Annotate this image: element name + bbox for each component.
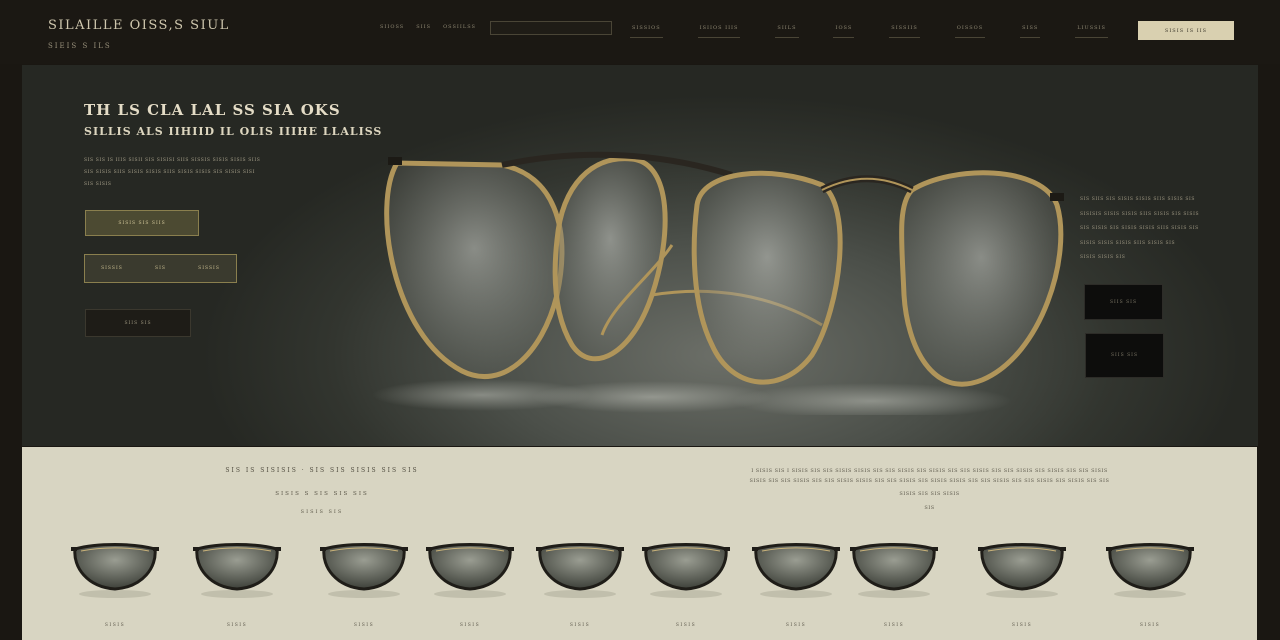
nav-item-5[interactable]: SISSIIS	[889, 22, 920, 38]
product-card[interactable]: SISIS	[520, 539, 640, 628]
product-card[interactable]: SISIS	[177, 539, 297, 628]
collection-heading-line-3: SISIS SIS	[300, 509, 344, 515]
nav-item-7[interactable]: SISS	[1020, 22, 1041, 38]
nav-link-3[interactable]: OSSIILSS	[443, 24, 476, 30]
brand[interactable]: SILAILLE OISS,S SIUL SIEIS S ILS	[48, 18, 230, 50]
product-card[interactable]: SISIS	[962, 539, 1082, 628]
product-label: SISIS	[1139, 623, 1161, 628]
sunglasses-icon	[320, 543, 408, 598]
collection-heading-line-1: SIS IS SISISIS · SIS SIS SISIS SIS SIS	[225, 467, 419, 474]
hero-description-line: SIS SIS IS IIIS SISII SIS SISISI SIIS SI…	[84, 158, 261, 163]
hero-description: SIS SIS IS IIIS SISII SIS SISISI SIIS SI…	[84, 155, 314, 191]
product-label: SISIS	[675, 623, 697, 628]
brand-title: SILAILLE OISS,S SIUL	[48, 18, 230, 33]
hero-banner: TH LS CLA LAL SS SIA OKS SILLIS ALS IIHI…	[22, 65, 1258, 446]
hero-description-line: SIS SISIS	[84, 182, 112, 187]
hero-side-button-1[interactable]: SIIS SIS	[1084, 284, 1163, 320]
secondary-nav: SISSIOS ISIIOS IIIS SIILS IOSS SISSIIS O…	[630, 22, 1108, 38]
product-label: SISIS	[1011, 623, 1033, 628]
product-card[interactable]: SISIS	[55, 539, 175, 628]
product-label: SISIS	[226, 623, 248, 628]
nav-item-3[interactable]: SIILS	[775, 22, 799, 38]
sunglasses-icon	[193, 543, 281, 598]
hero-option-1[interactable]: SISSIS	[101, 266, 123, 271]
sunglasses-icon	[536, 543, 624, 598]
hero-dark-button[interactable]: SIIS SIS	[85, 309, 191, 337]
collection-description-line: SISIS SIS SIS SISIS SIS SIS SISIS SISIS …	[749, 477, 1110, 484]
sunglasses-icon	[978, 543, 1066, 598]
product-label: SISIS	[883, 623, 905, 628]
hero-option-2[interactable]: SIS	[155, 266, 166, 271]
collection-description: I SISIS SIS I SISIS SIS SIS SISIS SISIS …	[702, 467, 1157, 513]
hero-side-line: SISISIS SISIS SISIS SIIS SISIS SIS SISIS	[1080, 211, 1200, 217]
product-label: SISIS	[353, 623, 375, 628]
top-bar: SILAILLE OISS,S SIUL SIEIS S ILS SIIOSS …	[0, 0, 1280, 64]
sunglasses-icon	[752, 543, 840, 598]
hero-side-line: SISIS SISIS SIS	[1080, 255, 1126, 260]
nav-link-2[interactable]: SIIS	[416, 24, 431, 30]
search-input[interactable]	[490, 21, 612, 35]
collection-section: SIS IS SISISIS · SIS SIS SISIS SIS SIS S…	[22, 447, 1257, 640]
hero-side-text: SIS SIIS SIS SISIS SISIS SIIS SISIS SIS …	[1080, 193, 1230, 266]
nav-item-6[interactable]: OISSOS	[954, 22, 986, 38]
header-cta-button[interactable]: SISIS IS IIS	[1138, 21, 1234, 40]
hero-side-line: SIS SIIS SIS SISIS SISIS SIIS SISIS SIS	[1080, 197, 1196, 202]
hero-side-line: SIS SISIS SIS SISIS SISIS SIIS SISIS SIS	[1080, 226, 1199, 231]
collection-more-link[interactable]: SIS	[702, 504, 1157, 514]
product-card[interactable]: SISIS	[834, 539, 954, 628]
hero-title: TH LS CLA LAL SS SIA OKS	[84, 101, 341, 119]
product-card[interactable]: SISIS	[304, 539, 424, 628]
sunglasses-icon	[71, 543, 159, 598]
hero-primary-button[interactable]: SISIS SIS SIIS	[85, 210, 199, 236]
collection-heading: SIS IS SISISIS · SIS SIS SISIS SIS SIS S…	[22, 467, 622, 515]
nav-item-2[interactable]: ISIIOS IIIS	[697, 22, 741, 38]
hero-option-selector: SISSIS SIS SISSIS	[84, 254, 237, 283]
hero-side-line: SISIS SISIS SISIS SIIS SISIS SIS	[1080, 240, 1176, 246]
collection-description-line: SISIS SIS SIS SISIS	[899, 491, 960, 497]
nav-item-1[interactable]: SISSIOS	[630, 22, 663, 38]
nav-item-8[interactable]: LIUSSIS	[1075, 22, 1108, 38]
sunglasses-icon	[1106, 543, 1194, 598]
product-card[interactable]: SISIS	[410, 539, 530, 628]
hero-option-3[interactable]: SISSIS	[198, 266, 220, 271]
product-card[interactable]: SISIS	[1090, 539, 1210, 628]
sunglasses-icon	[850, 543, 938, 598]
collection-heading-line-2: SISIS S SIS SIS SIS	[275, 491, 369, 497]
product-label: SISIS	[569, 623, 591, 628]
nav-link-1[interactable]: SIIOSS	[380, 24, 404, 30]
product-card[interactable]: SISIS	[626, 539, 746, 628]
collection-description-line: I SISIS SIS I SISIS SIS SIS SISIS SISIS …	[751, 468, 1108, 474]
sunglasses-icon	[426, 543, 514, 598]
brand-subtitle: SIEIS S ILS	[48, 42, 112, 50]
sunglasses-icon	[642, 543, 730, 598]
product-label: SISIS	[459, 623, 481, 628]
nav-item-4[interactable]: IOSS	[833, 22, 855, 38]
hero-side-button-2[interactable]: SIIS SIS	[1085, 333, 1164, 378]
eyeglasses-hero-icon	[372, 151, 1064, 415]
hero-description-line: SIS SISIS SIIS SISIS SISIS SIIS SISIS SI…	[84, 170, 255, 175]
hero-subtitle: SILLIS ALS IIHIID IL OLIS IIIHE LLALISS	[84, 125, 383, 138]
product-label: SISIS	[104, 623, 126, 628]
primary-nav: SIIOSS SIIS OSSIILSS	[380, 24, 476, 30]
